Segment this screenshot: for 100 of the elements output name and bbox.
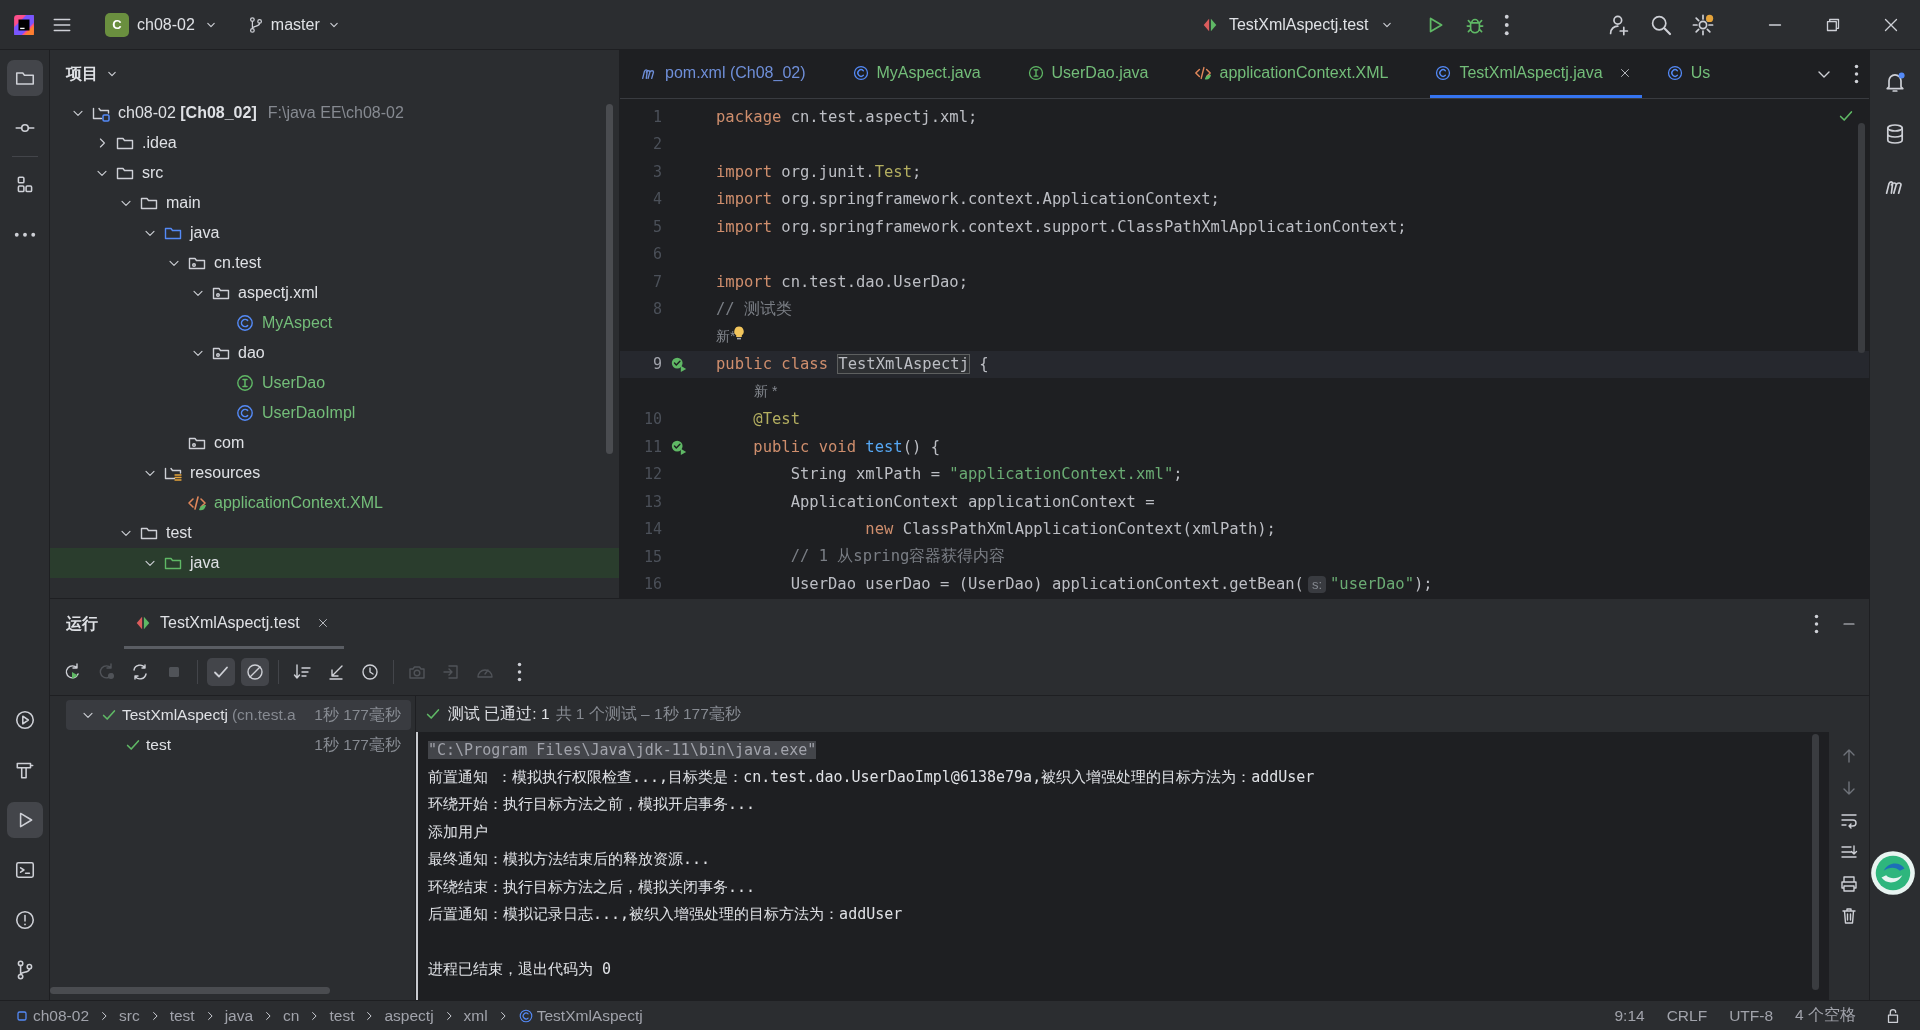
tree-item[interactable]: aspectj.xml bbox=[50, 278, 619, 308]
trash-icon[interactable] bbox=[1839, 906, 1859, 926]
tree-item[interactable]: UserDao bbox=[50, 368, 619, 398]
more-icon bbox=[13, 232, 36, 238]
editor-tab[interactable]: pom.xml (Ch08_02) bbox=[636, 50, 828, 98]
author-hint[interactable]: 新* bbox=[716, 327, 736, 346]
class-icon bbox=[1665, 63, 1684, 82]
editor-tab[interactable]: TestXmlAspectj.java bbox=[1430, 50, 1642, 98]
class-icon bbox=[235, 403, 255, 423]
tree-item[interactable]: resources bbox=[50, 458, 619, 488]
editor-tab[interactable]: applicationContext.XML bbox=[1190, 50, 1411, 98]
scrollbar[interactable] bbox=[1858, 123, 1865, 353]
status-item[interactable]: CRLF bbox=[1666, 1006, 1708, 1025]
path-label: F:\java EE\ch08-02 bbox=[267, 104, 404, 122]
run-gutter-icon[interactable] bbox=[670, 355, 688, 374]
breadcrumb[interactable]: src bbox=[119, 1006, 140, 1025]
test-item[interactable]: test 1秒 177毫秒 bbox=[66, 730, 411, 760]
duration-label: 1秒 177毫秒 bbox=[314, 734, 401, 755]
blocked-icon bbox=[245, 662, 265, 682]
import-icon bbox=[441, 662, 461, 682]
tree-item[interactable]: main bbox=[50, 188, 619, 218]
class-icon bbox=[1434, 63, 1453, 82]
status-item[interactable]: 4 个空格 bbox=[1795, 1005, 1856, 1026]
editor-tab[interactable]: UserDao.java bbox=[1022, 50, 1171, 98]
console-line: 进程已结束，退出代码为 0 bbox=[428, 960, 612, 980]
run-tab[interactable]: TestXmlAspectj.test bbox=[124, 599, 344, 649]
editor-tab[interactable]: MyAspect.java bbox=[847, 50, 1003, 98]
console-line: 环绕开始：执行目标方法之前，模拟开启事务... bbox=[428, 795, 756, 815]
tree-item[interactable]: src bbox=[50, 158, 619, 188]
tree-item[interactable]: UserDaoImpl bbox=[50, 398, 619, 428]
console-line: 后置通知：模拟记录日志...,被织入增强处理的目标方法为：addUser bbox=[428, 905, 903, 925]
more-icon[interactable] bbox=[1503, 13, 1509, 36]
breadcrumb[interactable]: ch08-02 bbox=[14, 1006, 89, 1025]
tool-window-button[interactable] bbox=[6, 802, 43, 838]
terminal-icon bbox=[13, 859, 36, 881]
tree-item[interactable]: dao bbox=[50, 338, 619, 368]
code-line: import org.junit.Test; bbox=[716, 162, 922, 181]
project-selector[interactable]: C ch08-02 bbox=[99, 8, 225, 41]
code-tag-icon bbox=[187, 493, 207, 513]
code-line: import org.springframework.context.ApplicationContext; bbox=[716, 190, 1220, 209]
swirl-icon[interactable] bbox=[1870, 850, 1916, 896]
sort-icon bbox=[292, 662, 312, 682]
tree-item[interactable]: cn.test bbox=[50, 248, 619, 278]
test-name: test bbox=[146, 736, 171, 754]
more-icon bbox=[516, 662, 522, 682]
tree-item[interactable]: java bbox=[50, 548, 619, 578]
bell-icon[interactable] bbox=[1883, 70, 1907, 94]
code-line: // 1 从spring容器获得内容 bbox=[789, 546, 1006, 568]
breadcrumb[interactable]: test bbox=[329, 1006, 355, 1025]
package-label: (cn.test.a bbox=[231, 706, 296, 724]
code-line: import org.springframework.context.support.ClassPathXmlApplicationContext; bbox=[716, 217, 1407, 236]
tree-item[interactable]: .idea bbox=[50, 128, 619, 158]
scrollbar[interactable] bbox=[606, 104, 613, 454]
tree-item[interactable]: ch08-02 [Ch08_02] F:\java EE\ch08-02 bbox=[50, 98, 619, 128]
tree-item[interactable]: applicationContext.XML bbox=[50, 488, 619, 518]
tree-item[interactable]: java bbox=[50, 218, 619, 248]
code-line: String xmlPath = "applicationContext.xml"; bbox=[789, 465, 1183, 484]
more-icon[interactable] bbox=[1814, 614, 1819, 634]
settings-icon[interactable] bbox=[1691, 12, 1715, 37]
panel-title[interactable]: 项目 bbox=[66, 63, 98, 85]
console-line: 环绕结束：执行目标方法之后，模拟关闭事务... bbox=[428, 877, 756, 897]
toolbar-button[interactable] bbox=[207, 658, 235, 686]
branch-selector[interactable]: master bbox=[240, 11, 348, 38]
breadcrumb[interactable]: cn bbox=[283, 1006, 300, 1025]
clock-icon bbox=[360, 662, 380, 682]
interface-icon bbox=[235, 373, 255, 393]
tool-window-button[interactable] bbox=[6, 60, 43, 96]
breadcrumb[interactable]: java bbox=[224, 1006, 254, 1025]
code-line: public class TestXmlAspectj { bbox=[716, 355, 989, 374]
app-logo-icon[interactable] bbox=[13, 13, 35, 36]
editor-tab[interactable]: Us bbox=[1661, 50, 1733, 98]
console-line: 添加用户 bbox=[428, 822, 488, 842]
toolbar-button[interactable] bbox=[241, 658, 269, 686]
author-hint[interactable]: 新 * bbox=[754, 382, 778, 401]
project-badge: C bbox=[105, 12, 129, 37]
breadcrumb[interactable]: aspectj bbox=[384, 1006, 434, 1025]
interface-icon bbox=[1026, 63, 1045, 82]
tree-item[interactable]: com bbox=[50, 428, 619, 458]
status-item[interactable]: UTF-8 bbox=[1729, 1006, 1774, 1025]
tree-item[interactable]: test bbox=[50, 518, 619, 548]
test-item[interactable]: TestXmlAspectj (cn.test.a 1秒 177毫秒 bbox=[66, 700, 411, 730]
panel-title: 运行 bbox=[66, 613, 98, 634]
status-item[interactable]: 9:14 bbox=[1614, 1006, 1645, 1025]
line-number: 9 bbox=[651, 355, 662, 374]
refresh-icon bbox=[130, 662, 150, 682]
more-icon[interactable] bbox=[1854, 64, 1859, 84]
test-status: 测试 已通过: 1 bbox=[448, 703, 550, 724]
breadcrumb[interactable]: xml bbox=[463, 1006, 488, 1025]
tree-item[interactable]: MyAspect bbox=[50, 308, 619, 338]
scrollbar[interactable] bbox=[50, 987, 330, 994]
test-summary: 共 1 个测试 – 1秒 177毫秒 bbox=[555, 703, 741, 724]
printer-icon[interactable] bbox=[1839, 874, 1859, 894]
class-icon bbox=[235, 313, 255, 333]
run-config-selector[interactable]: TestXmlAspectj.test bbox=[1194, 11, 1401, 38]
code-line: package cn.test.aspectj.xml; bbox=[716, 107, 978, 126]
breadcrumb[interactable]: test bbox=[169, 1006, 195, 1025]
breadcrumb[interactable]: TestXmlAspectj bbox=[517, 1006, 643, 1025]
play-circle-icon bbox=[13, 709, 36, 731]
code-line: // 测试类 bbox=[716, 298, 792, 320]
scrollbar[interactable] bbox=[1812, 734, 1819, 990]
